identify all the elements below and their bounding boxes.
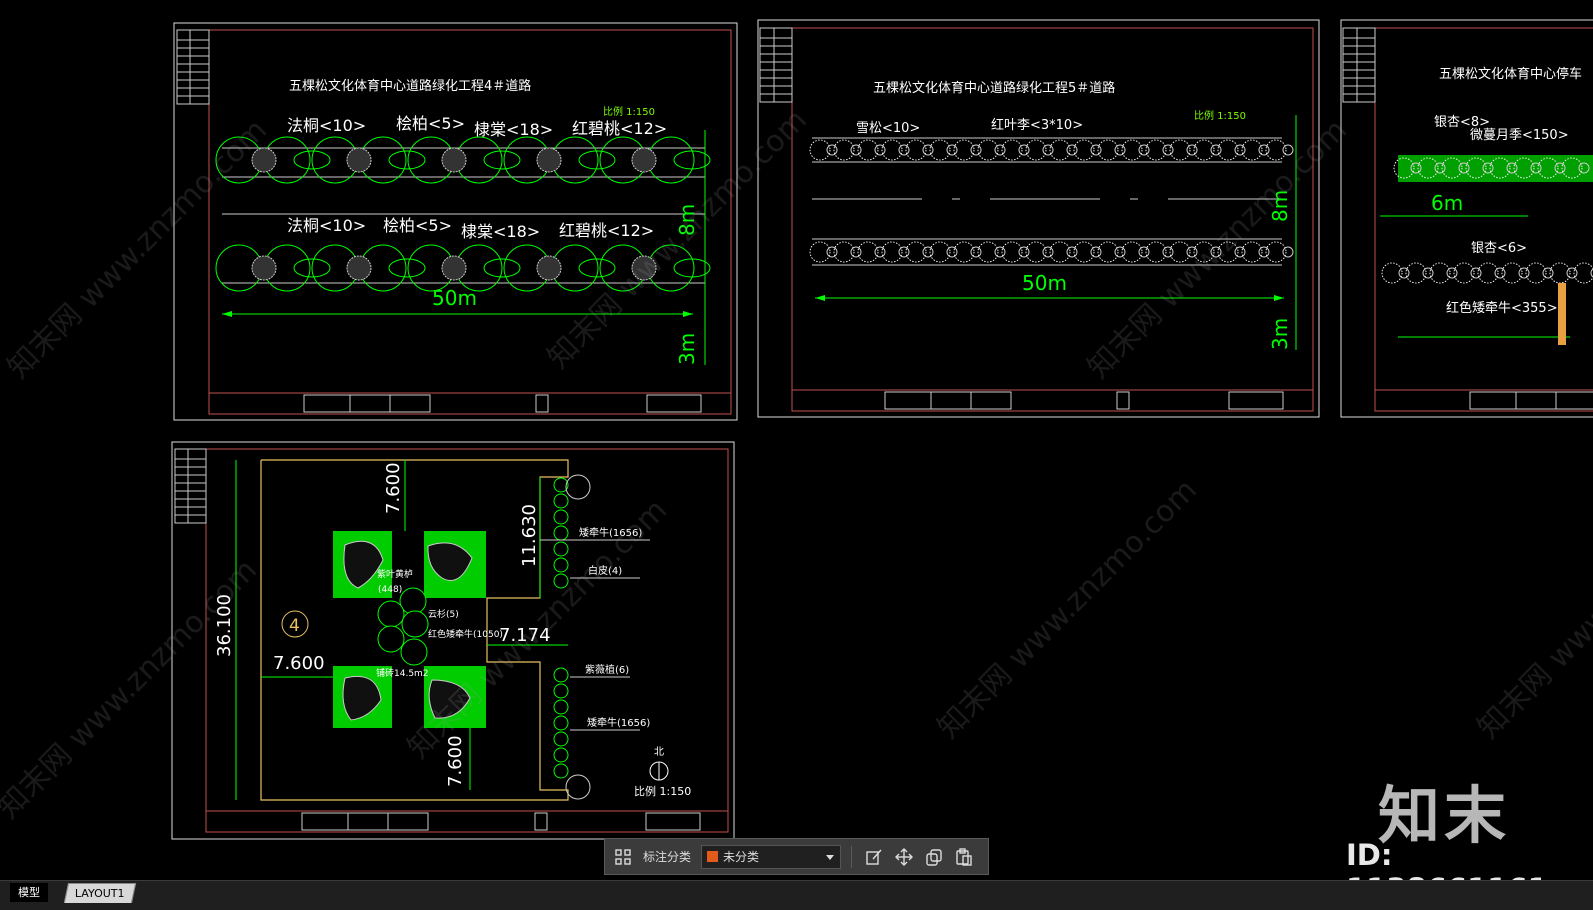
dimension-label: 3m — [675, 333, 699, 365]
plant-label: 红色矮牵牛<355> — [1446, 300, 1558, 316]
category-select-value: 未分类 — [723, 850, 760, 864]
tree-trunk-symbol — [251, 255, 277, 281]
annotation-category-label: 标注分类 — [643, 850, 692, 864]
plan-note: 红色矮牵牛(1050) — [428, 628, 503, 640]
sheet-title: 五棵松文化体育中心道路绿化工程5＃道路 — [873, 80, 1115, 96]
color-swatch — [707, 851, 719, 862]
tree-trunk-symbol — [441, 255, 467, 281]
north-label: 北 — [654, 746, 664, 758]
tree-trunk-symbol — [346, 255, 372, 281]
sheet-title: 五棵松文化体育中心道路绿化工程4＃道路 — [289, 78, 531, 94]
tree-trunk-symbol — [536, 255, 562, 281]
move-icon[interactable] — [892, 845, 916, 869]
plant-label: 桧柏<5> — [383, 216, 452, 235]
plan-note: 紫薇植(6) — [585, 663, 629, 676]
annotation-toolbar: 标注分类 未分类 — [604, 838, 989, 875]
plan-note: (448) — [378, 585, 402, 595]
chevron-down-icon — [826, 854, 835, 860]
tree-trunk-symbol — [441, 147, 467, 173]
grid-icon[interactable] — [611, 845, 635, 869]
tab-layout1[interactable]: LAYOUT1 — [63, 883, 136, 903]
plant-label: 红碧桃<12> — [572, 119, 667, 138]
plant-label: 微蔓月季<150> — [1470, 128, 1569, 143]
dimension-label: 7.600 — [445, 735, 466, 787]
toolbar-divider — [851, 845, 853, 868]
dimension-label: 50m — [1022, 271, 1067, 295]
dimension-label: 50m — [432, 286, 477, 310]
scale-label: 比例 1:150 — [603, 105, 655, 118]
plan-note: 云杉(5) — [428, 608, 459, 620]
tree-trunk-symbol — [631, 147, 657, 173]
plan-note: 矮牵牛(1656) — [587, 716, 650, 729]
tab-model[interactable]: 模型 — [10, 883, 48, 902]
scale-label: 比例 1:150 — [1194, 109, 1246, 122]
copy-icon[interactable] — [922, 845, 946, 869]
dimension-label: 11.630 — [519, 504, 540, 567]
plant-label: 桧柏<5> — [396, 114, 465, 133]
edit-icon[interactable] — [862, 845, 886, 869]
paste-icon[interactable] — [952, 845, 976, 869]
scale-label: 比例 1:150 — [634, 784, 691, 798]
plant-label: 红碧桃<12> — [559, 221, 654, 240]
zone-marker-label: 4 — [289, 616, 300, 636]
plant-label: 棣棠<18> — [474, 120, 553, 139]
dimension-label: 6m — [1431, 191, 1463, 215]
plant-label: 红叶李<3*10> — [991, 117, 1083, 133]
plant-label: 法桐<10> — [287, 116, 366, 135]
dimension-label: 3m — [1268, 318, 1292, 350]
category-select[interactable]: 未分类 — [701, 844, 842, 869]
tree-trunk-symbol — [346, 147, 372, 173]
plan-note: 铺砖14.5m2 — [376, 667, 429, 679]
plan-note: 紫叶黄栌 — [377, 568, 413, 580]
layout-tab-bar: 模型 LAYOUT1 — [0, 880, 1593, 910]
dimension-label: 7.600 — [383, 462, 404, 514]
tab-layout1-label: LAYOUT1 — [74, 887, 125, 900]
plant-label: 银杏<6> — [1471, 241, 1527, 256]
plant-label: 雪松<10> — [856, 121, 920, 136]
tree-trunk-symbol — [536, 147, 562, 173]
cad-canvas[interactable]: 五棵松文化体育中心道路绿化工程4＃道路 比例 1:150 法桐<10> 桧柏<5… — [0, 0, 1593, 880]
plant-label: 棣棠<18> — [461, 222, 540, 241]
dimension-label: 7.600 — [273, 653, 325, 674]
plant-label: 法桐<10> — [287, 216, 366, 235]
sheet-title: 五棵松文化体育中心停车 — [1439, 66, 1582, 82]
